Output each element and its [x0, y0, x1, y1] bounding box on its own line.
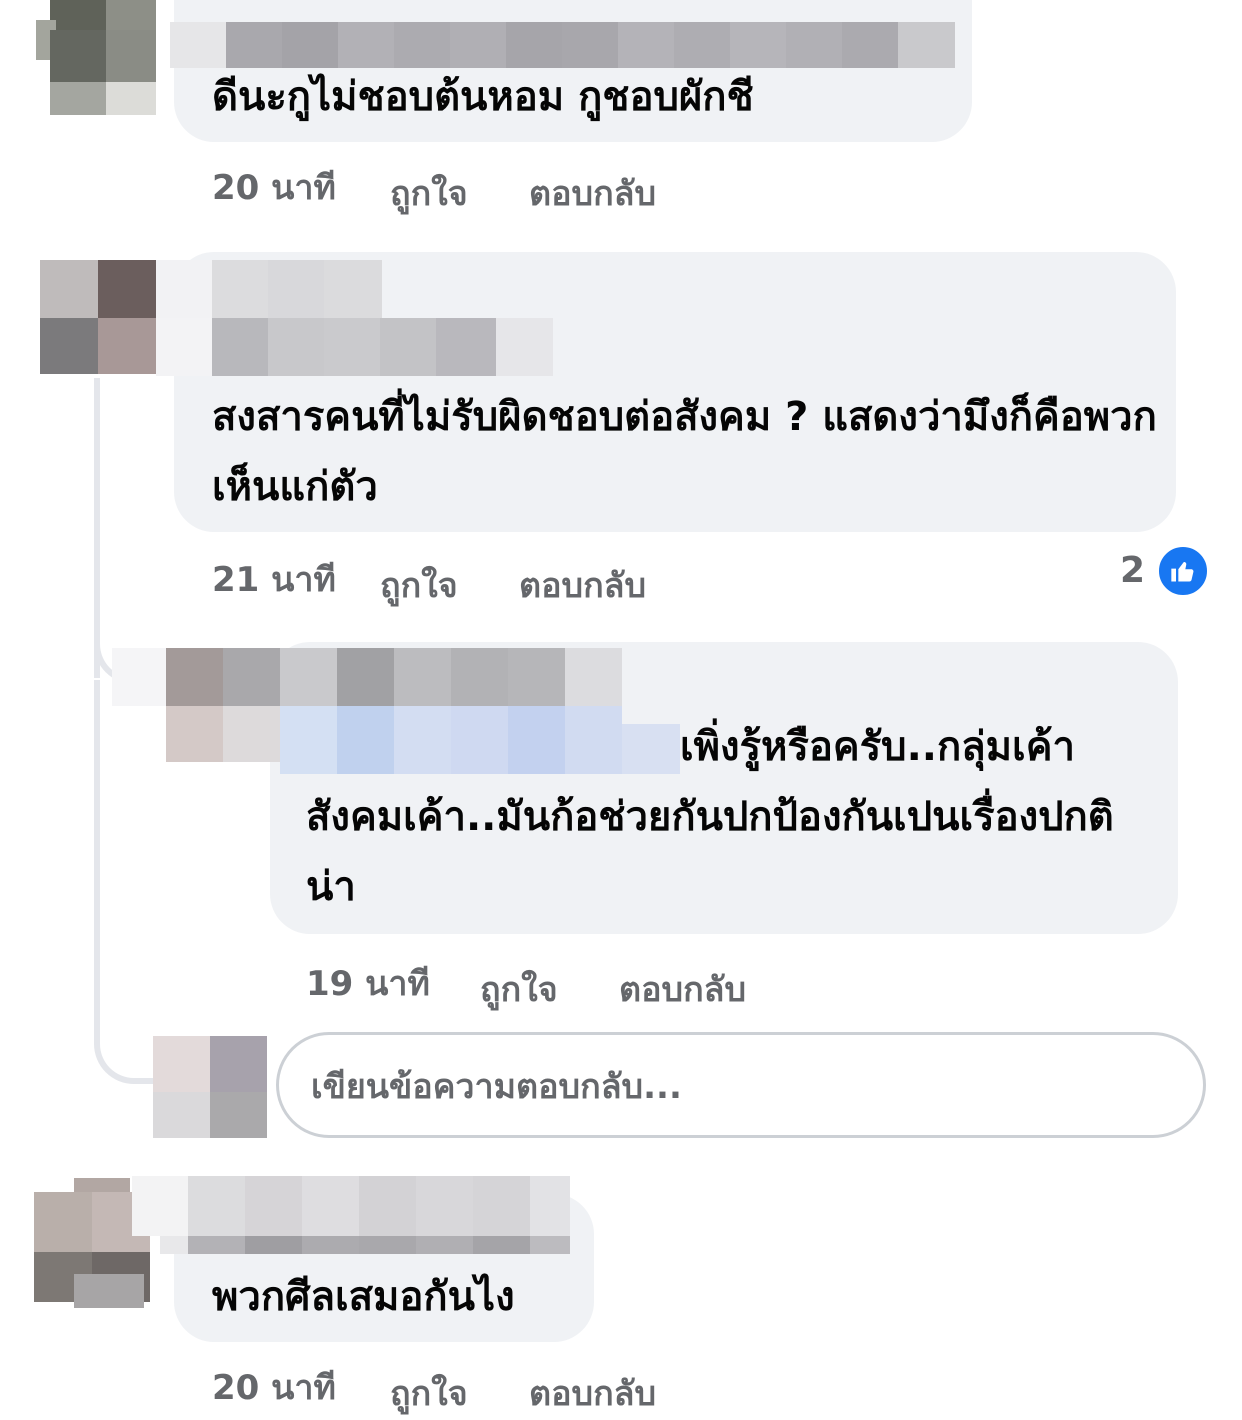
comment-2: สงสารคนที่ไม่รับผิดชอบต่อสังคม ? แสดงว่า…: [0, 230, 1242, 630]
comment-text: ดีนะกูไม่ชอบต้นหอม กูชอบผักชี: [212, 74, 754, 120]
reply-button[interactable]: ตอบกลับ: [619, 962, 746, 1016]
reply-composer: [0, 1030, 1242, 1140]
reply-button[interactable]: ตอบกลับ: [529, 166, 656, 220]
like-button[interactable]: ถูกใจ: [390, 166, 468, 220]
reply-button[interactable]: ตอบกลับ: [519, 558, 646, 612]
author-name-blurred[interactable]: [156, 260, 556, 376]
timestamp[interactable]: 19 นาที: [306, 956, 430, 1010]
timestamp[interactable]: 20 นาที: [212, 1360, 336, 1414]
timestamp[interactable]: 21 นาที: [212, 552, 336, 606]
reply-input[interactable]: [309, 1053, 1173, 1121]
reply-input-box[interactable]: [276, 1032, 1206, 1138]
timestamp[interactable]: 20 นาที: [212, 160, 336, 214]
reply-comment: เพิ่งรู้หรือครับ..กลุ่มเค้าสังคมเค้า..มั…: [0, 630, 1242, 1010]
reaction-count: 2: [1120, 550, 1146, 591]
like-button[interactable]: ถูกใจ: [390, 1366, 468, 1420]
avatar[interactable]: [36, 0, 156, 115]
comment-text: พวกศีลเสมอกันไง: [212, 1274, 515, 1320]
like-button[interactable]: ถูกใจ: [380, 558, 458, 612]
avatar[interactable]: [112, 648, 168, 706]
reaction-summary[interactable]: 2: [1110, 544, 1210, 598]
comment-text: เพิ่งรู้หรือครับ..กลุ่มเค้าสังคมเค้า..มั…: [306, 724, 1114, 910]
comment-4: พวกศีลเสมอกันไง 20 นาที ถูกใจ ตอบกลับ: [0, 1170, 1242, 1414]
comment-1: ดีนะกูไม่ชอบต้นหอม กูชอบผักชี 20 นาที ถู…: [0, 0, 1242, 230]
thumbs-up-icon: [1156, 544, 1210, 598]
avatar[interactable]: [153, 1036, 267, 1138]
avatar[interactable]: [36, 254, 156, 374]
comment-text: สงสารคนที่ไม่รับผิดชอบต่อสังคม ? แสดงว่า…: [212, 394, 1157, 510]
author-name-blurred[interactable]: [132, 1176, 572, 1254]
reply-button[interactable]: ตอบกลับ: [529, 1366, 656, 1420]
like-button[interactable]: ถูกใจ: [480, 962, 558, 1016]
